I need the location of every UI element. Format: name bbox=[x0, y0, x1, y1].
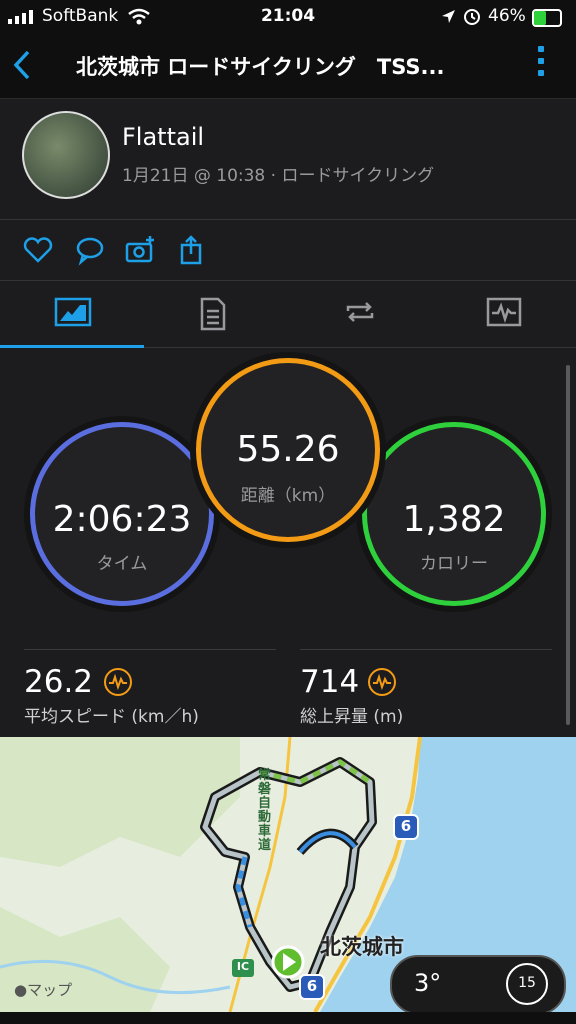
activity-graph-icon bbox=[486, 297, 522, 327]
route-6-badge: 6 bbox=[306, 977, 318, 995]
total-ascent-label: 総上昇量 (m) bbox=[300, 707, 404, 727]
wind-compass-icon: 15 bbox=[506, 963, 548, 1005]
back-button[interactable] bbox=[10, 48, 40, 82]
comment-icon[interactable] bbox=[74, 234, 106, 266]
more-menu-button[interactable] bbox=[536, 46, 546, 86]
wind-speed: 15 bbox=[518, 975, 536, 991]
chart-icon bbox=[54, 297, 92, 327]
distance-value: 55.26 bbox=[236, 429, 340, 470]
battery-percent: 46% bbox=[488, 6, 526, 26]
time-ring: 2:06:23 タイム bbox=[30, 422, 214, 606]
weather-badge[interactable]: 3° 15 bbox=[390, 955, 566, 1015]
performance-gauge-icon bbox=[368, 668, 396, 696]
calories-label: カロリー bbox=[420, 554, 488, 574]
avg-speed-value: 26.2 bbox=[24, 664, 94, 700]
tab-overview[interactable] bbox=[0, 281, 144, 348]
performance-gauge-icon bbox=[104, 668, 132, 696]
avg-speed-label: 平均スピード (km／h) bbox=[24, 707, 199, 727]
app-header: 北茨城市 ロードサイクリング TSS... bbox=[0, 34, 576, 99]
distance-ring-wrap: 55.26 距離（km） bbox=[190, 352, 386, 548]
activity-meta: 1月21日 @ 10:38 · ロードサイクリング bbox=[122, 166, 435, 186]
chevron-left-icon bbox=[13, 50, 30, 80]
share-icon[interactable] bbox=[176, 234, 208, 266]
tab-details[interactable] bbox=[144, 281, 288, 347]
status-bar: SoftBank 21:04 46% bbox=[0, 0, 576, 34]
like-icon[interactable] bbox=[22, 234, 54, 266]
route-6-badge: 6 bbox=[400, 817, 412, 835]
repeat-icon bbox=[346, 302, 374, 322]
calories-value: 1,382 bbox=[402, 499, 506, 540]
alarm-icon bbox=[464, 9, 480, 25]
action-bar bbox=[0, 220, 576, 281]
apple-logo-icon: ● bbox=[14, 981, 28, 999]
tab-graphs[interactable] bbox=[432, 281, 576, 347]
tab-laps[interactable] bbox=[288, 281, 432, 347]
divider bbox=[300, 649, 552, 650]
user-name[interactable]: Flattail bbox=[122, 123, 204, 151]
expressway-label: 常磐自動車道 bbox=[258, 768, 272, 853]
temperature: 3° bbox=[414, 969, 442, 997]
divider bbox=[24, 649, 276, 650]
total-ascent-value: 714 bbox=[300, 664, 360, 700]
distance-label: 距離（km） bbox=[240, 486, 336, 506]
calories-ring: 1,382 カロリー bbox=[362, 422, 546, 606]
activity-title: 北茨城市 ロードサイクリング TSS... bbox=[76, 55, 445, 79]
add-photo-icon[interactable] bbox=[124, 234, 156, 266]
home-indicator-area bbox=[0, 1012, 576, 1024]
scrollbar[interactable] bbox=[566, 365, 570, 725]
map-attribution-text: マップ bbox=[27, 981, 73, 999]
document-icon bbox=[200, 297, 226, 331]
location-icon bbox=[442, 10, 455, 23]
ic-badge: IC bbox=[236, 960, 250, 973]
activity-owner: Flattail 1月21日 @ 10:38 · ロードサイクリング bbox=[0, 99, 576, 220]
activity-tabs bbox=[0, 281, 576, 348]
time-label: タイム bbox=[96, 554, 148, 574]
map-attribution: ●マップ bbox=[14, 979, 72, 1000]
avatar[interactable] bbox=[22, 111, 110, 199]
distance-ring: 55.26 距離（km） bbox=[196, 358, 380, 542]
city-label: 北茨城市 bbox=[320, 935, 404, 959]
time-value: 2:06:23 bbox=[52, 499, 192, 540]
battery-icon bbox=[532, 9, 562, 27]
